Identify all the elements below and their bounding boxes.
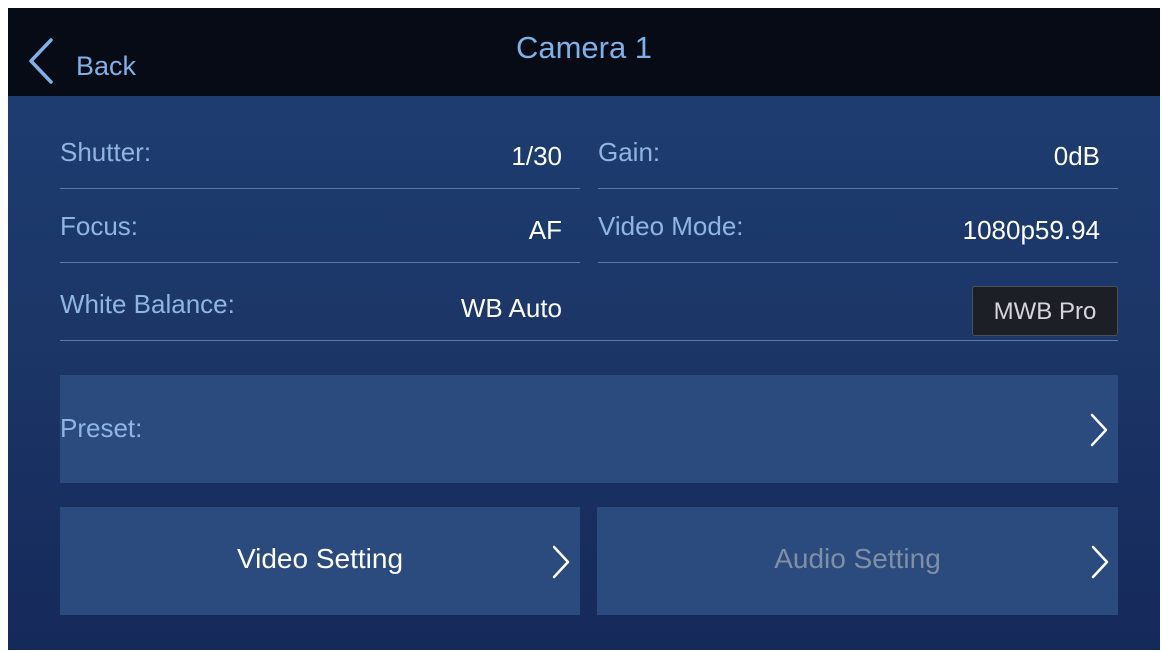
audio-setting-label: Audio Setting [774, 543, 941, 574]
video-setting-label: Video Setting [236, 543, 404, 574]
shutter-value: 1/30 [511, 141, 562, 171]
chevron-right-icon [552, 545, 570, 584]
camera-settings-screen: Back Camera 1 Shutter: 1/30 Gain: 0dB Fo… [8, 8, 1160, 650]
chevron-right-icon [1090, 413, 1108, 452]
preset-row[interactable]: Preset: [60, 375, 1118, 483]
top-bar: Back Camera 1 [8, 8, 1160, 96]
focus-value: AF [528, 215, 562, 245]
video-setting-button[interactable]: Video Setting [60, 507, 580, 615]
white-balance-row[interactable]: White Balance: WB Auto [60, 267, 580, 341]
video-mode-value: 1080p59.94 [962, 215, 1100, 245]
white-balance-value: WB Auto [460, 293, 562, 323]
chevron-right-icon [1091, 545, 1109, 584]
shutter-row[interactable]: Shutter: 1/30 [60, 115, 580, 189]
video-mode-row[interactable]: Video Mode: 1080p59.94 [598, 189, 1118, 263]
focus-label: Focus: [60, 211, 139, 241]
preset-label: Preset: [60, 413, 143, 443]
audio-setting-button[interactable]: Audio Setting [597, 507, 1118, 615]
video-mode-label: Video Mode: [598, 211, 744, 241]
shutter-label: Shutter: [60, 137, 152, 167]
focus-row[interactable]: Focus: AF [60, 189, 580, 263]
mwb-pro-button[interactable]: MWB Pro [972, 286, 1118, 336]
gain-label: Gain: [598, 137, 661, 167]
gain-row[interactable]: Gain: 0dB [598, 115, 1118, 189]
gain-value: 0dB [1053, 141, 1100, 171]
page-title: Camera 1 [515, 30, 653, 65]
white-balance-label: White Balance: [60, 289, 235, 319]
